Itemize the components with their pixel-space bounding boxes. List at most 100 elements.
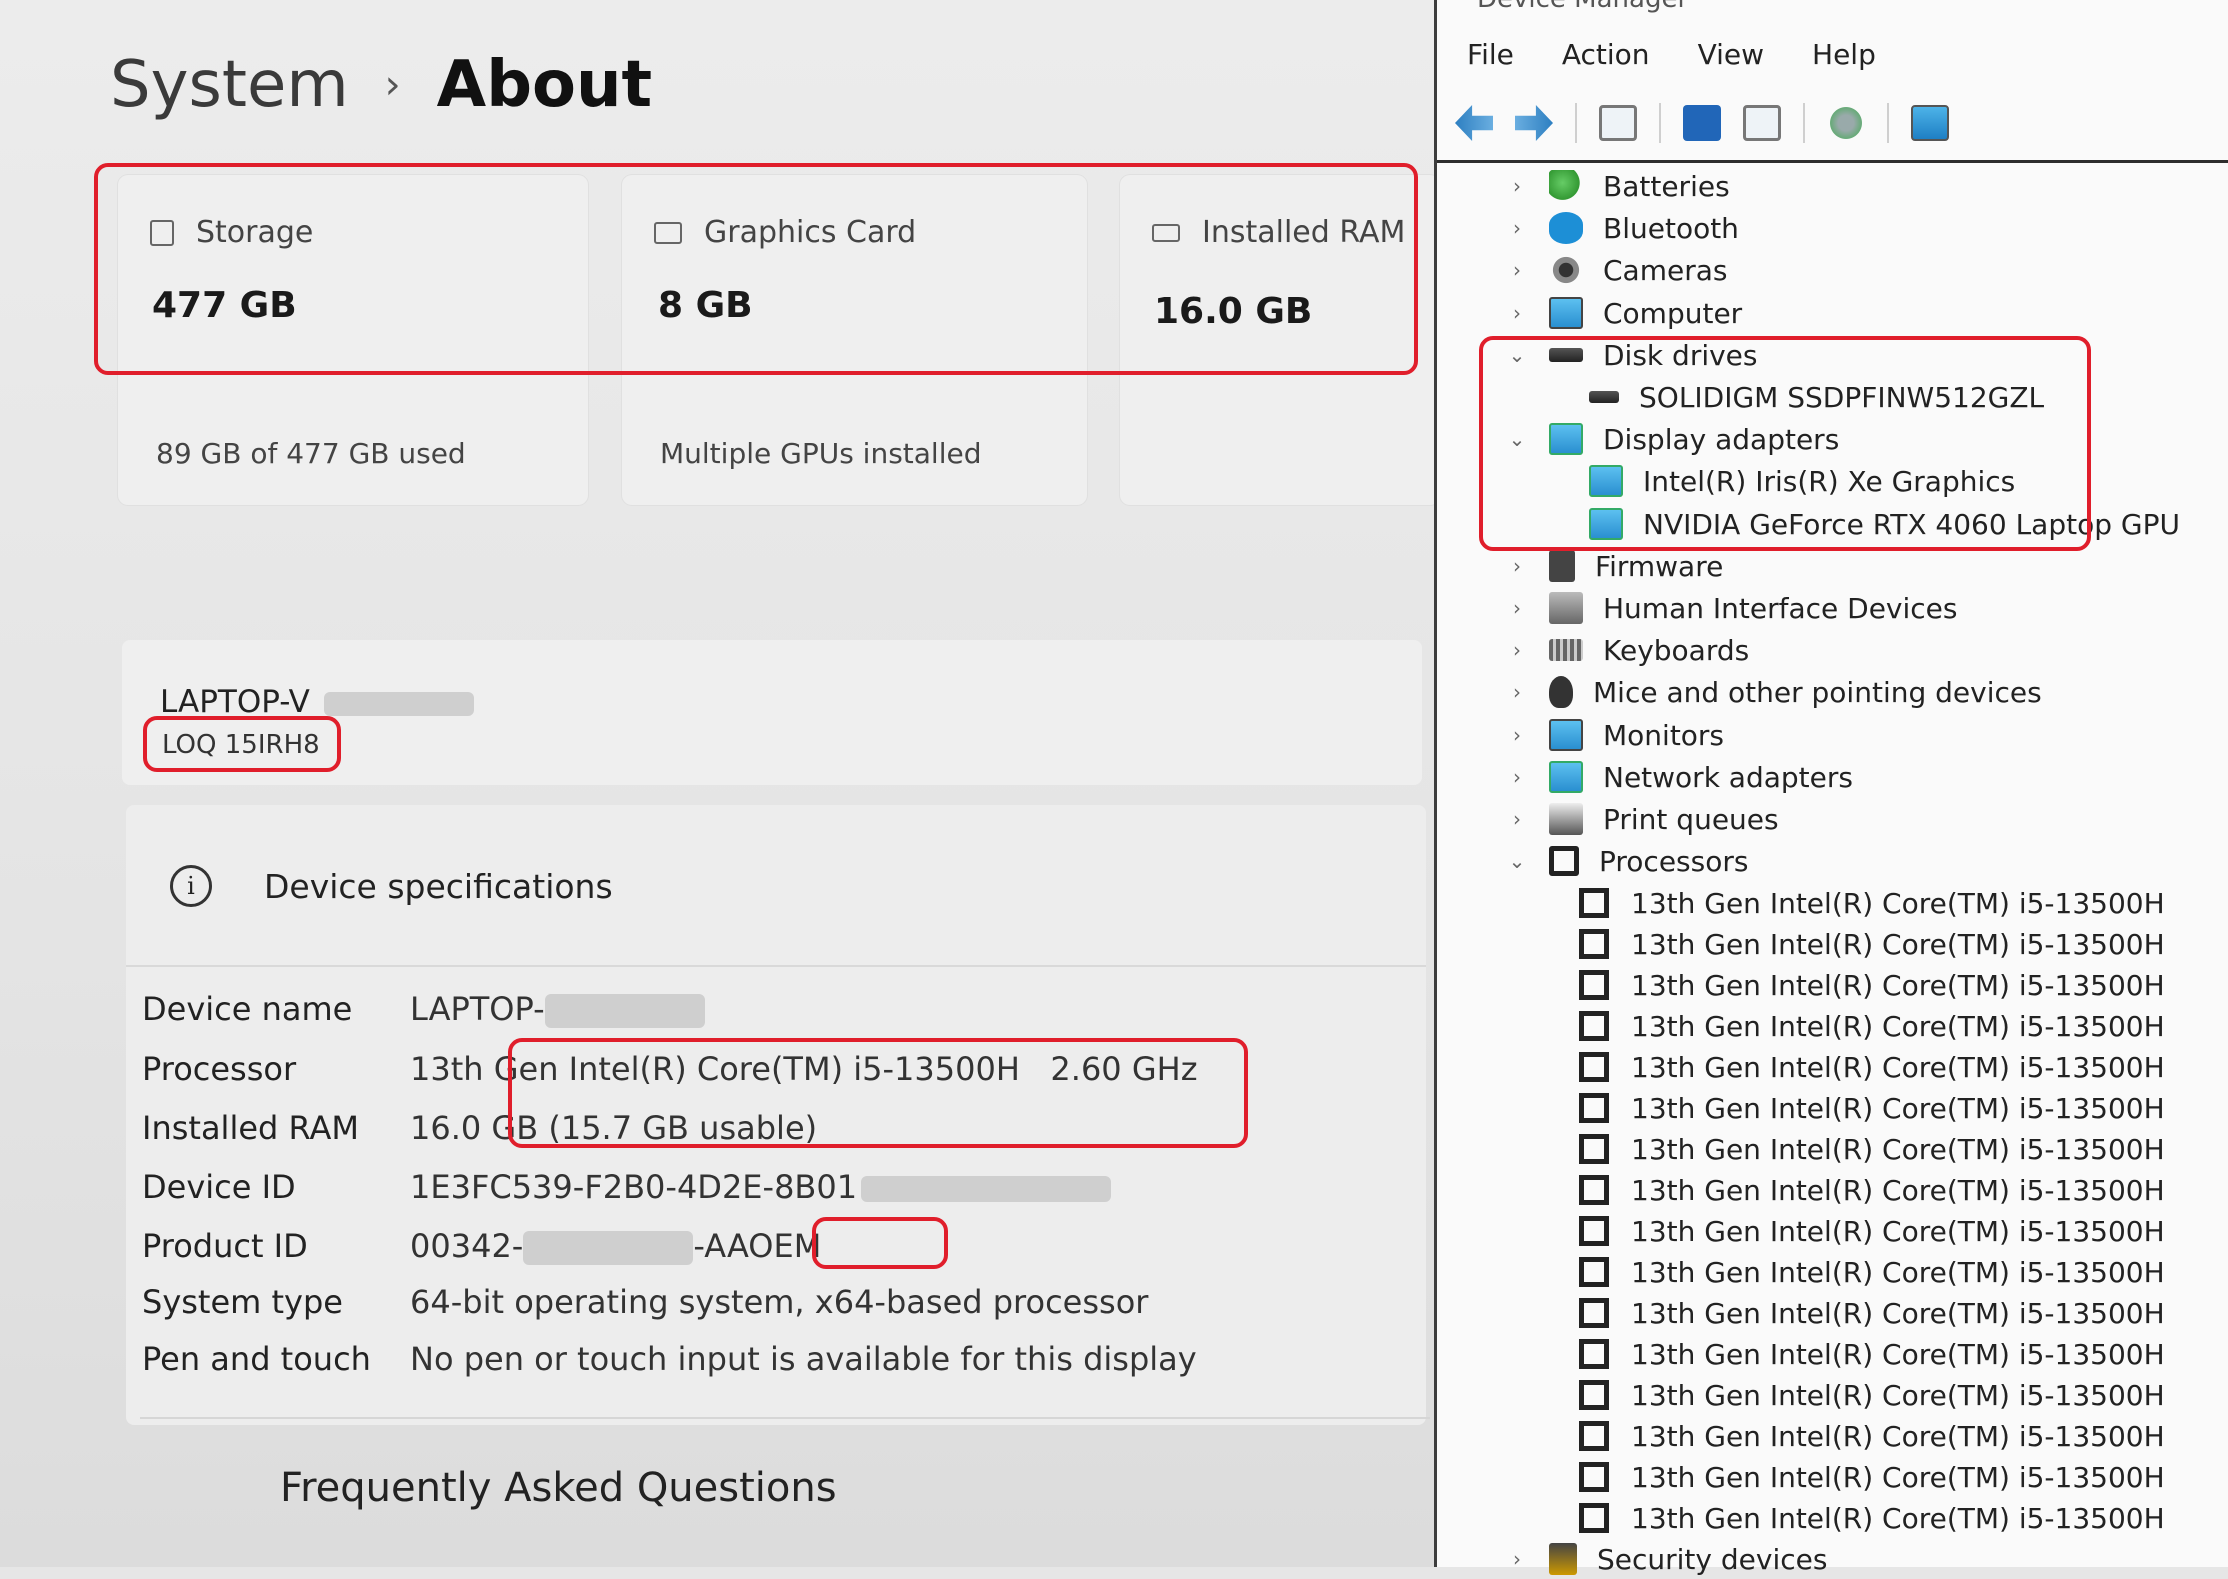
help-icon[interactable]	[1683, 105, 1721, 141]
chevron-right-icon[interactable]: ›	[1507, 807, 1527, 831]
breadcrumb-system[interactable]: System	[110, 48, 349, 122]
tree-item-human-interface-devices[interactable]: › Human Interface Devices	[1507, 588, 1957, 628]
tree-item-processor[interactable]: 13th Gen Intel(R) Core(TM) i5-13500H	[1579, 965, 2165, 1005]
show-hide-console-icon[interactable]	[1599, 105, 1637, 141]
forward-arrow-icon[interactable]	[1515, 105, 1553, 141]
processor-icon	[1579, 1421, 1609, 1451]
tree-item-monitors[interactable]: › Monitors	[1507, 715, 1724, 755]
computer-icon	[1549, 297, 1583, 329]
toolbar-separator	[1803, 103, 1805, 143]
spec-value: 00342- -AAOEM	[410, 1227, 821, 1265]
processor-icon	[1579, 929, 1609, 959]
device-name-heading: LAPTOP-V	[160, 684, 474, 720]
tree-item-processor[interactable]: 13th Gen Intel(R) Core(TM) i5-13500H	[1579, 1252, 2165, 1292]
spec-value: LAPTOP-	[410, 990, 705, 1028]
tree-item-processor[interactable]: 13th Gen Intel(R) Core(TM) i5-13500H	[1579, 1211, 2165, 1251]
menu-action[interactable]: Action	[1562, 38, 1650, 86]
chevron-right-icon[interactable]: ›	[1507, 258, 1527, 282]
tree-item-processor[interactable]: 13th Gen Intel(R) Core(TM) i5-13500H	[1579, 1334, 2165, 1374]
device-name-text: LAPTOP-V	[160, 684, 310, 720]
redacted-block	[523, 1231, 694, 1265]
tree-item-processor[interactable]: 13th Gen Intel(R) Core(TM) i5-13500H	[1579, 1170, 2165, 1210]
tree-item-network-adapters[interactable]: › Network adapters	[1507, 757, 1853, 797]
spec-key: Pen and touch	[142, 1340, 371, 1378]
menu-file[interactable]: File	[1467, 38, 1514, 86]
tree-item-label: Monitors	[1603, 718, 1725, 752]
tree-item-bluetooth[interactable]: › Bluetooth	[1507, 208, 1739, 248]
breadcrumb: System › About	[110, 40, 652, 130]
scan-hardware-icon[interactable]	[1827, 105, 1865, 141]
tree-item-print-queues[interactable]: › Print queues	[1507, 799, 1779, 839]
processor-icon	[1579, 1380, 1609, 1410]
spec-key: Installed RAM	[142, 1109, 359, 1147]
tree-item-mice-and-other-pointing-devices[interactable]: › Mice and other pointing devices	[1507, 672, 2042, 712]
chevron-right-icon[interactable]: ›	[1507, 638, 1527, 662]
processor-icon	[1579, 1134, 1609, 1164]
chevron-right-icon[interactable]: ›	[1507, 216, 1527, 240]
back-arrow-icon[interactable]	[1455, 105, 1493, 141]
tree-item-processor[interactable]: 13th Gen Intel(R) Core(TM) i5-13500H	[1579, 924, 2165, 964]
monitor-icon[interactable]	[1911, 105, 1949, 141]
tree-item-processor[interactable]: 13th Gen Intel(R) Core(TM) i5-13500H	[1579, 1375, 2165, 1415]
menu-help[interactable]: Help	[1812, 38, 1876, 86]
processor-icon	[1579, 1257, 1609, 1287]
settings-about-page: System › About Storage 477 GB 89 GB of 4…	[0, 0, 1434, 1567]
tree-item-processor[interactable]: 13th Gen Intel(R) Core(TM) i5-13500H	[1579, 1129, 2165, 1169]
menu-view[interactable]: View	[1698, 38, 1764, 86]
chevron-down-icon[interactable]: ⌄	[1507, 849, 1527, 873]
device-manager-window: Device Manager File Action View Help › Ba…	[1434, 0, 2228, 1576]
tree-item-batteries[interactable]: › Batteries	[1507, 166, 1730, 206]
faq-heading[interactable]: Frequently Asked Questions	[280, 1465, 837, 1511]
chevron-right-icon[interactable]: ›	[1507, 596, 1527, 620]
spec-row-pen-and-touch: Pen and touch No pen or touch input is a…	[142, 1330, 1197, 1388]
device-specifications-header[interactable]: i Device specifications	[170, 865, 613, 907]
tree-item-processor[interactable]: 13th Gen Intel(R) Core(TM) i5-13500H	[1579, 1457, 2165, 1497]
tree-item-processor[interactable]: 13th Gen Intel(R) Core(TM) i5-13500H	[1579, 1006, 2165, 1046]
network-adapters-icon	[1549, 761, 1583, 793]
tree-item-processors[interactable]: ⌄ Processors	[1507, 841, 1749, 881]
storage-usage: 89 GB of 477 GB used	[156, 437, 466, 470]
tree-border	[1437, 160, 2228, 163]
bluetooth-icon	[1549, 212, 1583, 244]
processor-icon	[1579, 1503, 1609, 1533]
tree-item-processor[interactable]: 13th Gen Intel(R) Core(TM) i5-13500H	[1579, 1498, 2165, 1538]
tree-item-processor[interactable]: 13th Gen Intel(R) Core(TM) i5-13500H	[1579, 1293, 2165, 1333]
tree-item-firmware[interactable]: › Firmware	[1507, 546, 1723, 586]
spec-key: Device name	[142, 990, 353, 1028]
tree-item-security-devices[interactable]: › Security devices	[1507, 1539, 1827, 1579]
product-id-suffix: -AAOEM	[693, 1227, 822, 1265]
spec-row-device-id: Device ID 1E3FC539-F2B0-4D2E-8B01	[142, 1158, 1112, 1216]
properties-icon[interactable]	[1743, 105, 1781, 141]
tree-item-label: 13th Gen Intel(R) Core(TM) i5-13500H	[1631, 1009, 2165, 1043]
tree-item-label: Security devices	[1597, 1542, 1828, 1576]
processor-icon	[1579, 1011, 1609, 1041]
tree-item-label: 13th Gen Intel(R) Core(TM) i5-13500H	[1631, 1460, 2165, 1494]
chevron-right-icon[interactable]: ›	[1507, 1547, 1527, 1571]
tree-item-cameras[interactable]: › Cameras	[1507, 250, 1727, 290]
tree-item-processor[interactable]: 13th Gen Intel(R) Core(TM) i5-13500H	[1579, 883, 2165, 923]
spec-value: No pen or touch input is available for t…	[410, 1340, 1197, 1378]
tree-item-keyboards[interactable]: › Keyboards	[1507, 630, 1749, 670]
firmware-icon	[1549, 550, 1575, 582]
processor-icon	[1579, 1093, 1609, 1123]
mice-and-other-pointing-devices-icon	[1549, 676, 1573, 708]
processors-icon	[1549, 846, 1579, 876]
chevron-right-icon[interactable]: ›	[1507, 301, 1527, 325]
chevron-right-icon[interactable]: ›	[1507, 174, 1527, 198]
tree-item-label: Print queues	[1603, 802, 1779, 836]
chevron-right-icon[interactable]: ›	[1507, 765, 1527, 789]
chevron-right-icon[interactable]: ›	[1507, 680, 1527, 704]
menu-bar: File Action View Help	[1437, 38, 2228, 86]
tree-item-processor[interactable]: 13th Gen Intel(R) Core(TM) i5-13500H	[1579, 1088, 2165, 1128]
tree-item-computer[interactable]: › Computer	[1507, 293, 1742, 333]
chevron-right-icon[interactable]: ›	[1507, 723, 1527, 747]
tree-item-processor[interactable]: 13th Gen Intel(R) Core(TM) i5-13500H	[1579, 1416, 2165, 1456]
tree-item-label: Human Interface Devices	[1603, 591, 1958, 625]
window-title: Device Manager	[1477, 0, 1688, 14]
tree-item-processor[interactable]: 13th Gen Intel(R) Core(TM) i5-13500H	[1579, 1047, 2165, 1087]
divider	[126, 965, 1426, 967]
spec-key: Product ID	[142, 1227, 308, 1265]
tree-item-label: Firmware	[1595, 549, 1724, 583]
toolbar	[1437, 92, 2228, 154]
chevron-right-icon[interactable]: ›	[1507, 554, 1527, 578]
